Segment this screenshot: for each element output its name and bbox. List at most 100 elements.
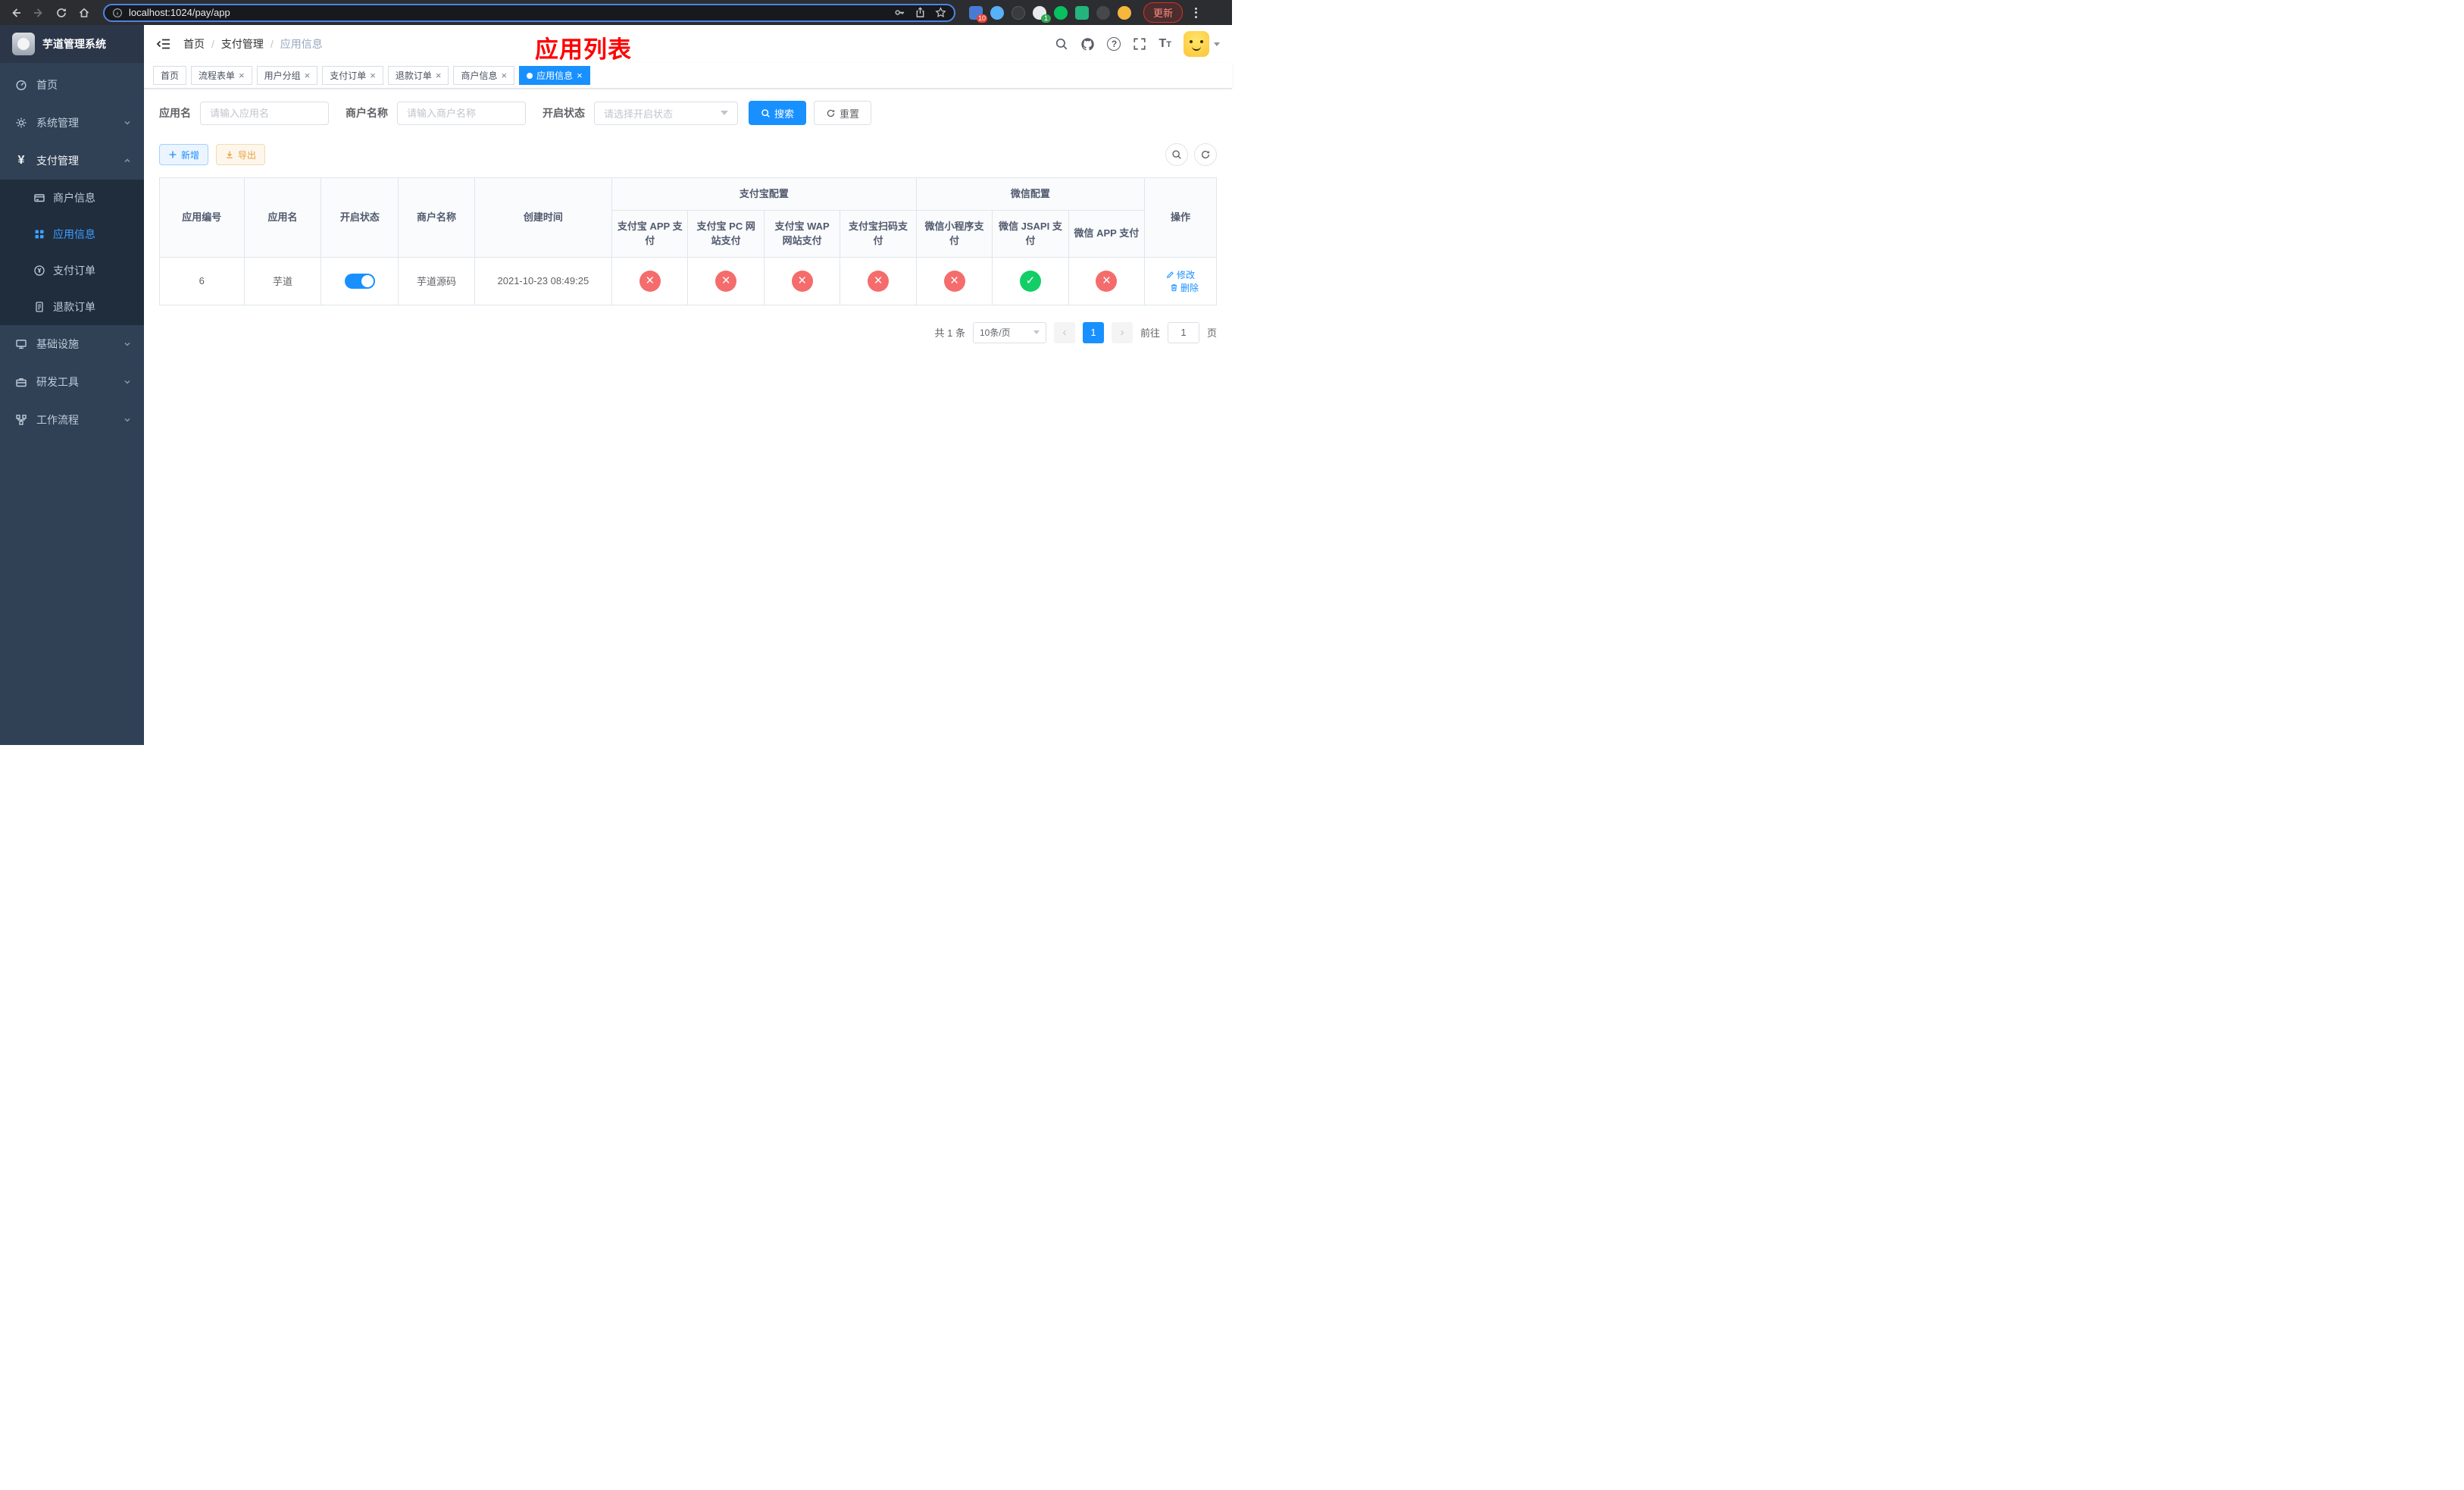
search-button[interactable]: 搜索 <box>749 101 807 125</box>
status-toggle[interactable] <box>344 273 375 289</box>
extension-badge: 10 <box>976 14 987 23</box>
extension-icon-6[interactable] <box>1075 5 1089 20</box>
edit-link[interactable]: 修改 <box>1166 268 1195 281</box>
app-name-input[interactable] <box>200 101 329 125</box>
browser-menu-icon[interactable] <box>1190 7 1202 18</box>
extension-icon-5[interactable] <box>1054 5 1068 20</box>
refresh-table-button[interactable] <box>1194 143 1217 166</box>
pencil-icon <box>1167 271 1174 278</box>
chevron-up-icon <box>123 156 132 165</box>
extension-icon-1[interactable]: 10 <box>969 5 987 23</box>
font-size-icon[interactable]: TT <box>1159 37 1171 51</box>
forward-icon[interactable] <box>29 3 48 23</box>
chevron-down-icon <box>1214 42 1220 46</box>
search-icon <box>761 108 770 117</box>
site-info-icon[interactable] <box>112 8 123 18</box>
extension-icon-2[interactable] <box>990 5 1004 20</box>
sidebar-item-pay-order[interactable]: 支付订单 <box>0 252 144 289</box>
breadcrumb-section[interactable]: 支付管理 <box>221 36 264 52</box>
help-icon[interactable]: ? <box>1107 37 1121 51</box>
sidebar-item-home[interactable]: 首页 <box>0 66 144 104</box>
wechat-jsapi-status-icon <box>1019 270 1041 292</box>
status-select[interactable]: 请选择开启状态 <box>594 101 738 125</box>
merchant-name-input[interactable] <box>397 101 526 125</box>
reload-icon[interactable] <box>52 3 71 23</box>
extension-icon-7[interactable] <box>1096 5 1110 20</box>
group-alipay-config: 支付宝配置 <box>611 177 917 211</box>
sidebar-collapse-icon[interactable] <box>156 36 171 52</box>
app-logo[interactable]: 芋道管理系统 <box>0 25 144 63</box>
tab-refund-order[interactable]: 退款订单 × <box>387 66 449 85</box>
col-actions: 操作 <box>1144 177 1217 258</box>
password-key-icon[interactable] <box>894 7 905 18</box>
close-icon[interactable]: × <box>436 70 442 80</box>
col-created: 创建时间 <box>474 177 613 258</box>
tab-pay-order[interactable]: 支付订单 × <box>322 66 383 85</box>
group-wechat-config: 微信配置 <box>915 177 1146 211</box>
col-status: 开启状态 <box>321 177 399 258</box>
fullscreen-icon[interactable] <box>1133 37 1146 51</box>
tab-process-form[interactable]: 流程表单 × <box>191 66 252 85</box>
sidebar-item-system[interactable]: 系统管理 <box>0 104 144 142</box>
workflow-icon <box>16 415 27 425</box>
prev-page-button[interactable]: ‹ <box>1053 321 1075 343</box>
header-search-icon[interactable] <box>1055 37 1068 51</box>
close-icon[interactable]: × <box>239 70 245 80</box>
plus-icon <box>169 151 177 158</box>
address-bar[interactable]: localhost:1024/pay/app <box>103 3 955 22</box>
extension-icon-4[interactable]: 1 <box>1033 5 1051 23</box>
tab-merchant-info[interactable]: 商户信息 × <box>453 66 515 85</box>
app-title: 芋道管理系统 <box>42 38 106 50</box>
delete-link[interactable]: 删除 <box>1170 281 1199 294</box>
gear-icon <box>16 117 27 128</box>
extension-icon-3[interactable] <box>1012 5 1025 20</box>
sidebar-item-refund-order[interactable]: 退款订单 <box>0 289 144 325</box>
merchant-name-label: 商户名称 <box>346 107 388 119</box>
add-button[interactable]: 新增 <box>159 144 209 165</box>
cell-actions: 修改 删除 <box>1144 256 1217 305</box>
chevron-down-icon <box>123 340 132 349</box>
col-merchant: 商户名称 <box>398 177 475 258</box>
goto-page-input[interactable] <box>1167 321 1199 343</box>
pagination: 共 1 条 10条/页 ‹ 1 › 前往 页 <box>159 321 1217 343</box>
toolbox-icon <box>16 378 27 387</box>
refresh-icon <box>1201 150 1210 159</box>
col-wechat-jsapi: 微信 JSAPI 支付 <box>992 209 1069 258</box>
page-size-select[interactable]: 10条/页 <box>972 321 1046 343</box>
export-button[interactable]: 导出 <box>216 144 266 165</box>
close-icon[interactable]: × <box>305 70 311 80</box>
back-icon[interactable] <box>6 3 26 23</box>
total-count: 共 1 条 <box>934 327 965 339</box>
sidebar-item-infra[interactable]: 基础设施 <box>0 325 144 363</box>
sidebar-item-devtools[interactable]: 研发工具 <box>0 363 144 401</box>
user-menu[interactable] <box>1184 31 1220 57</box>
card-icon <box>34 194 45 202</box>
sidebar-item-app-info[interactable]: 应用信息 <box>0 216 144 252</box>
wechat-mini-status-icon <box>943 270 965 292</box>
page-number-current[interactable]: 1 <box>1082 321 1104 343</box>
reset-button[interactable]: 重置 <box>814 101 872 125</box>
wechat-app-status-icon <box>1096 270 1118 292</box>
chrome-update-button[interactable]: 更新 <box>1143 2 1184 23</box>
close-icon[interactable]: × <box>501 70 507 80</box>
sidebar-item-payment[interactable]: ¥ 支付管理 <box>0 142 144 180</box>
toggle-search-button[interactable] <box>1165 143 1188 166</box>
share-icon[interactable] <box>915 7 926 18</box>
close-icon[interactable]: × <box>370 70 376 80</box>
sidebar-item-merchant-info[interactable]: 商户信息 <box>0 180 144 216</box>
bookmark-star-icon[interactable] <box>935 7 946 18</box>
next-page-button[interactable]: › <box>1111 321 1133 343</box>
breadcrumb-home[interactable]: 首页 <box>183 36 205 52</box>
cell-status <box>321 256 399 305</box>
home-icon[interactable] <box>74 3 94 23</box>
sidebar-item-workflow[interactable]: 工作流程 <box>0 401 144 439</box>
github-icon[interactable] <box>1080 37 1095 52</box>
tab-home[interactable]: 首页 <box>153 66 187 85</box>
browser-toolbar: localhost:1024/pay/app 10 1 更新 <box>0 0 1232 25</box>
extension-icon-8[interactable] <box>1118 5 1131 20</box>
tab-app-info[interactable]: 应用信息 × <box>519 66 590 85</box>
close-icon[interactable]: × <box>577 70 583 80</box>
breadcrumb-current: 应用信息 <box>280 38 323 50</box>
tab-user-group[interactable]: 用户分组 × <box>256 66 318 85</box>
monitor-icon <box>16 340 27 349</box>
